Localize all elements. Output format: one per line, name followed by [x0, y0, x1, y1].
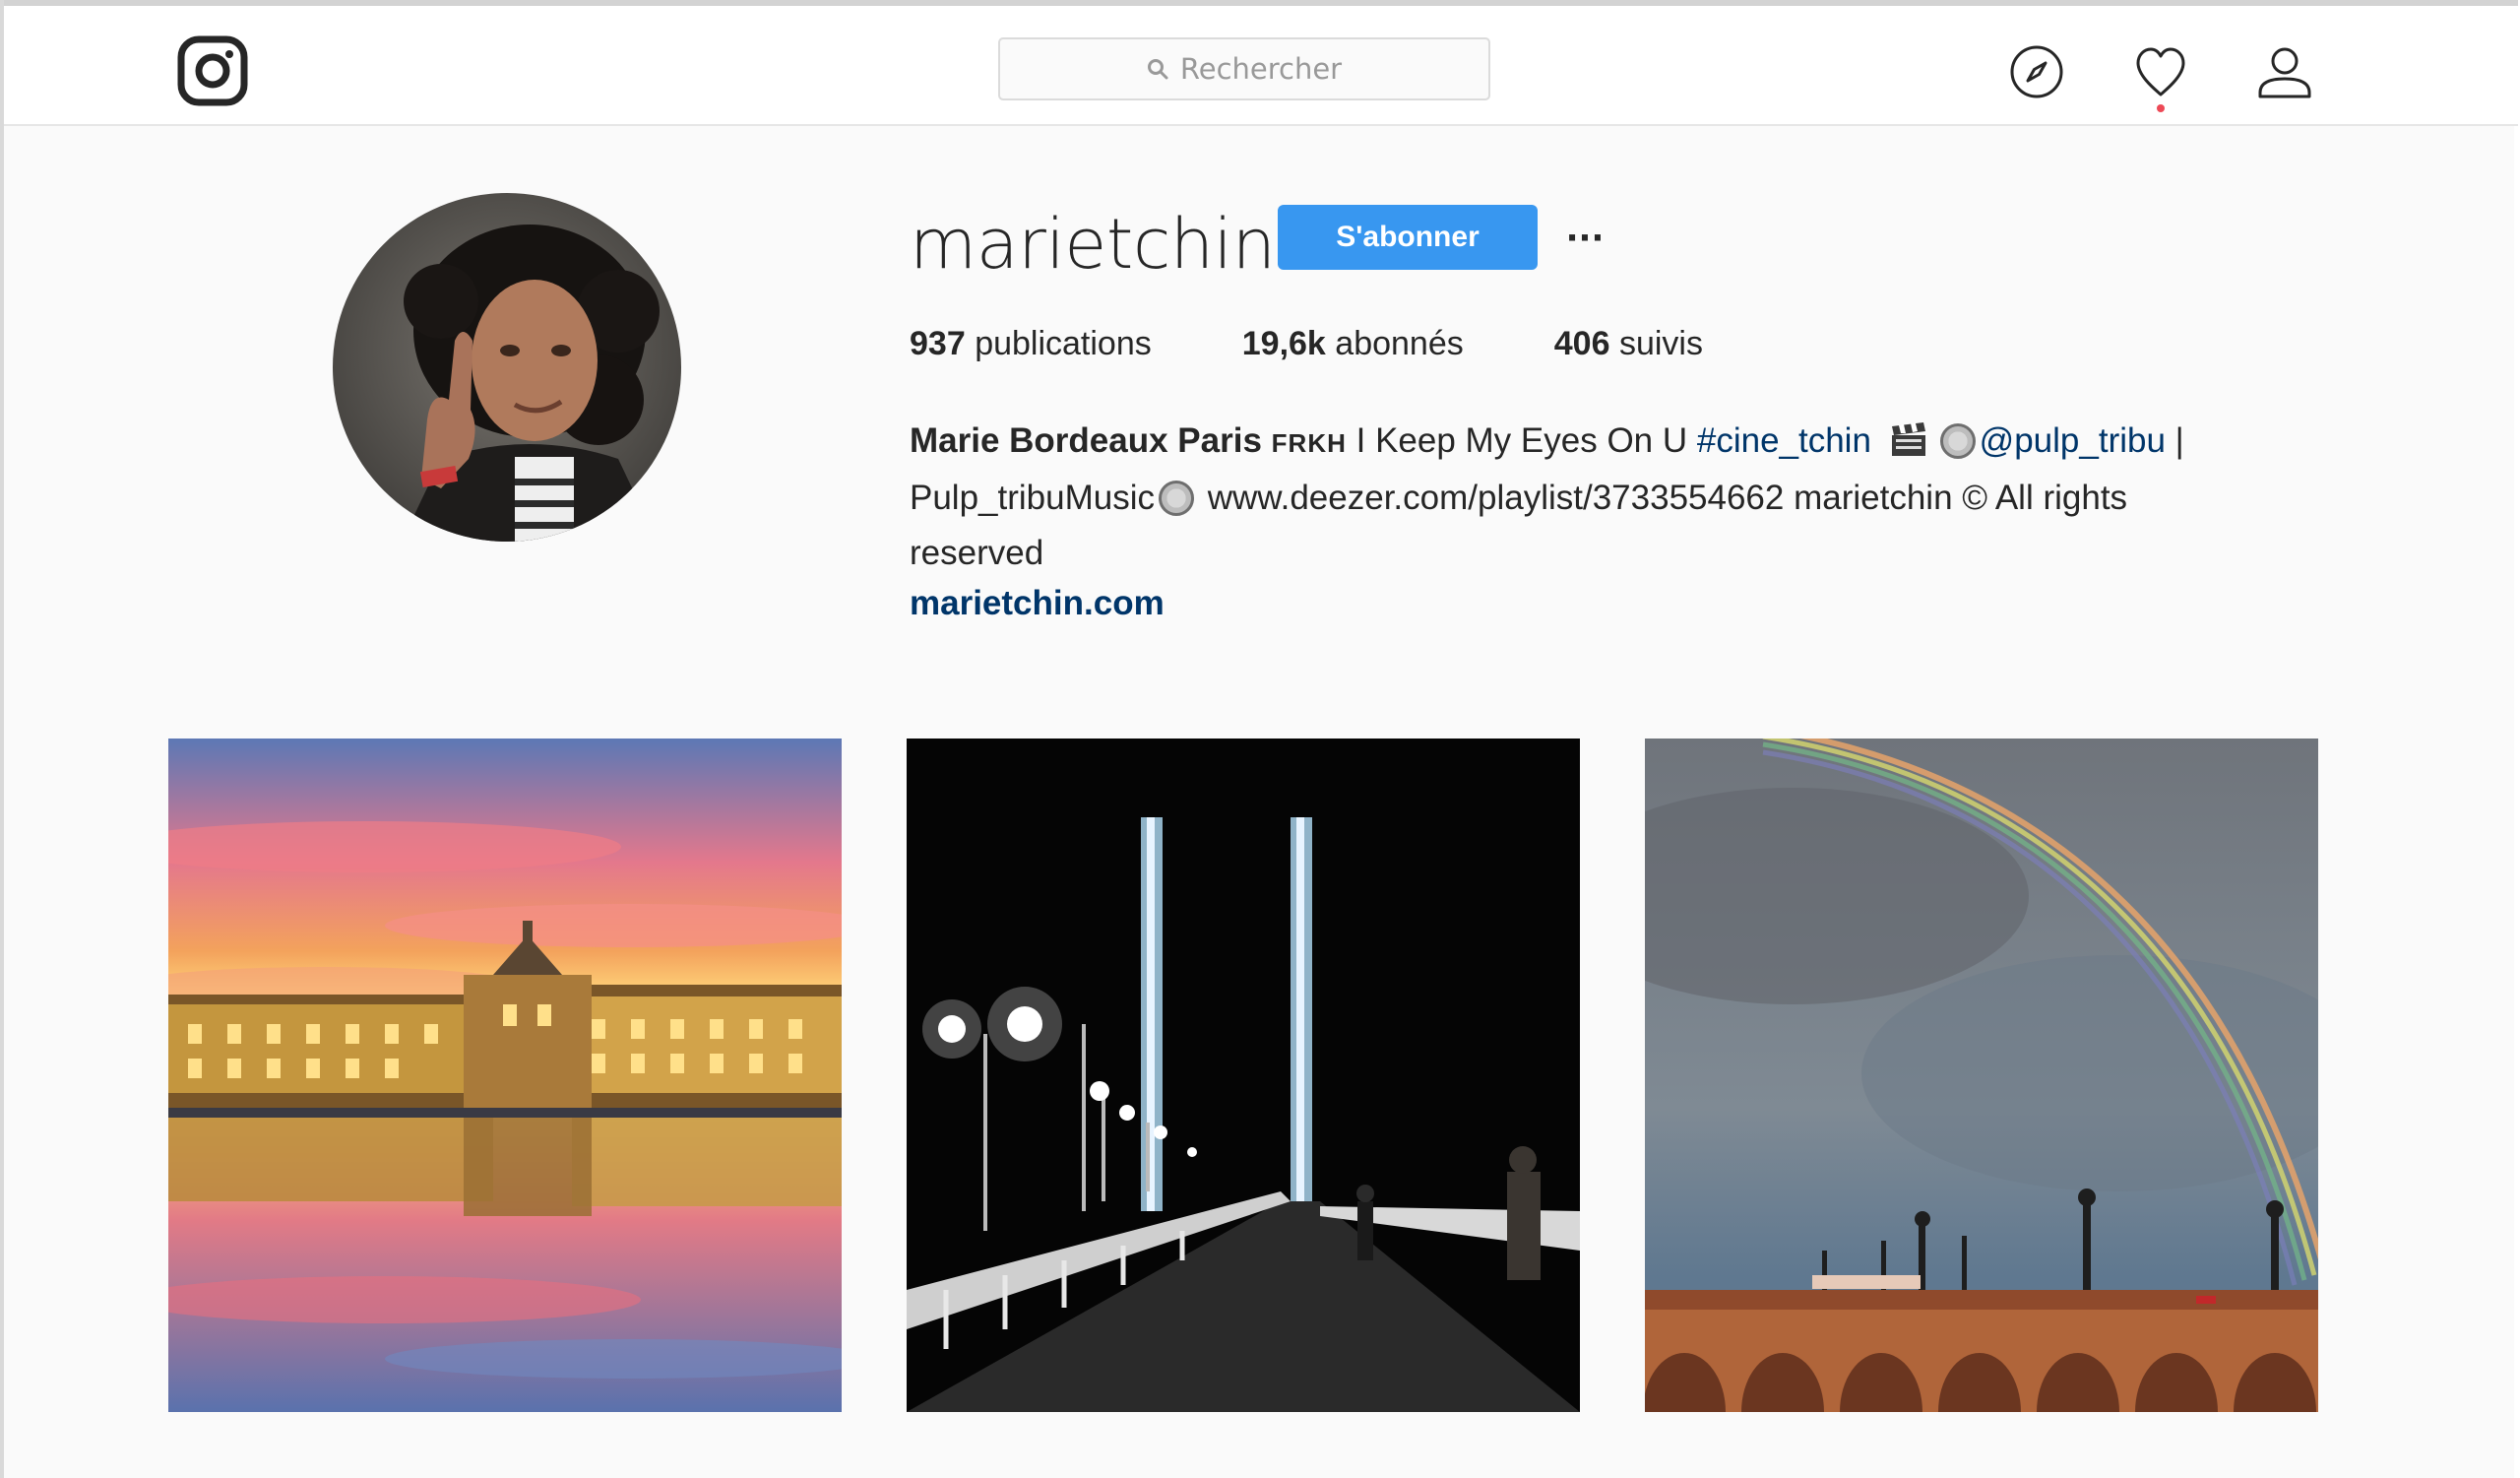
profile-bio: Marie Bordeaux Paris FRKH I Keep My Eyes…	[910, 414, 2248, 581]
search-input[interactable]: Rechercher	[998, 37, 1490, 100]
search-placeholder: Rechercher	[1179, 52, 1343, 86]
post-thumbnail[interactable]	[907, 739, 1580, 1412]
profile-username: marietchin	[910, 204, 1276, 285]
user-icon[interactable]	[2256, 43, 2313, 100]
follow-button[interactable]: S'abonner	[1278, 205, 1538, 270]
stat-followers[interactable]: 19,6k abonnés	[1242, 325, 1464, 363]
stat-label: abonnés	[1335, 325, 1464, 362]
avatar[interactable]	[333, 193, 681, 542]
search-icon	[1147, 59, 1168, 80]
instagram-logo-icon[interactable]	[177, 35, 248, 106]
avatar-photo	[333, 193, 681, 542]
heart-icon[interactable]	[2132, 43, 2189, 100]
bio-text: I Keep My Eyes On U	[1346, 421, 1697, 460]
more-options-button[interactable]: ···	[1565, 219, 1605, 258]
bio-mention-link[interactable]: @pulp_tribu	[1980, 421, 2166, 460]
stat-publications[interactable]: 937 publications	[910, 325, 1152, 363]
stat-count: 937	[910, 325, 966, 362]
circle-emoji-icon	[1939, 423, 1976, 459]
browser-viewport: Rechercher marietchin S'abonner ··· 937 …	[0, 0, 2518, 1478]
stat-label: suivis	[1618, 325, 1703, 362]
top-navigation-bar: Rechercher	[4, 6, 2518, 126]
notification-dot	[2157, 104, 2165, 112]
post-thumbnail[interactable]	[1645, 739, 2318, 1412]
profile-website-link[interactable]: marietchin.com	[910, 584, 1165, 623]
stat-label: publications	[975, 325, 1152, 362]
stat-count: 19,6k	[1241, 325, 1326, 362]
circle-emoji-icon	[1159, 481, 1194, 516]
clapperboard-icon	[1891, 422, 1925, 456]
post-thumbnail[interactable]	[168, 739, 842, 1412]
bio-tag: FRKH	[1271, 428, 1347, 458]
post-image-rainbow-bridge	[1645, 739, 2318, 1412]
profile-stats: 937 publications 19,6k abonnés 406 suivi…	[910, 325, 1794, 363]
stat-following[interactable]: 406 suivis	[1554, 325, 1703, 363]
post-image-night-bridge	[907, 739, 1580, 1412]
post-image-bordeaux-sunset	[168, 739, 842, 1412]
bio-hashtag-link[interactable]: #cine_tchin	[1697, 421, 1871, 460]
bio-full-name: Marie Bordeaux Paris	[910, 421, 1262, 460]
stat-count: 406	[1553, 325, 1610, 362]
compass-icon[interactable]	[2008, 43, 2065, 100]
